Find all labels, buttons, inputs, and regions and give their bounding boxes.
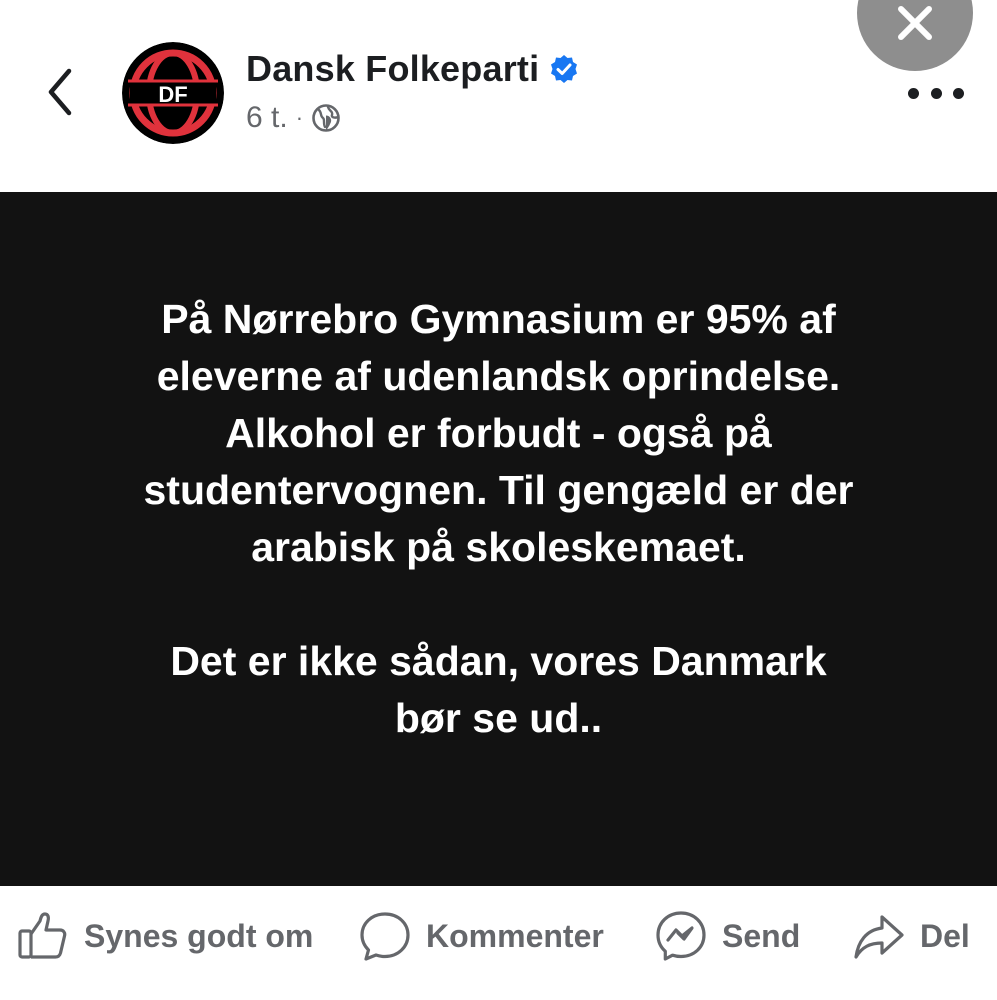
dansk-folkeparti-logo: DF	[122, 42, 224, 144]
more-options-button[interactable]	[908, 78, 964, 108]
share-arrow-icon	[852, 909, 906, 963]
meta-separator: ·	[295, 105, 304, 130]
post-meta: 6 t. ·	[246, 101, 341, 135]
thumbs-up-icon	[16, 909, 70, 963]
like-button[interactable]: Synes godt om	[16, 908, 313, 964]
more-dot	[930, 87, 942, 99]
page-name-row: Dansk Folkeparti	[246, 48, 579, 90]
back-button[interactable]	[38, 62, 82, 122]
share-button[interactable]: Del	[852, 908, 970, 964]
page-avatar[interactable]: DF	[122, 42, 224, 144]
post-timestamp[interactable]: 6 t.	[246, 101, 288, 135]
svg-text:DF: DF	[158, 82, 187, 107]
globe-icon	[311, 103, 341, 133]
post-content-card: På Nørrebro Gymnasium er 95% af eleverne…	[0, 192, 997, 886]
post-line: På Nørrebro Gymnasium er 95% af	[161, 296, 836, 342]
comment-bubble-icon	[358, 909, 412, 963]
more-dot	[953, 87, 964, 99]
post-line: Alkohol er forbudt - også på	[225, 410, 772, 456]
page-name[interactable]: Dansk Folkeparti	[246, 48, 539, 90]
share-label: Del	[920, 917, 970, 954]
post-action-bar: Synes godt om Kommenter Send Del	[0, 886, 997, 1000]
like-label: Synes godt om	[84, 917, 314, 954]
verified-badge-icon	[549, 54, 579, 84]
post-line: bør se ud..	[394, 695, 603, 741]
post-paragraph-1: På Nørrebro Gymnasium er 95% af eleverne…	[143, 291, 853, 576]
chevron-left-icon	[48, 68, 72, 116]
messenger-icon	[654, 909, 708, 963]
close-button[interactable]	[857, 0, 973, 71]
comment-button[interactable]: Kommenter	[358, 908, 604, 964]
post-line: studentervognen. Til gengæld er der	[143, 467, 854, 513]
facebook-post-view: DF Dansk Folkeparti 6 t. · På Nørrebro G…	[0, 0, 997, 1000]
more-dot	[908, 87, 919, 99]
post-line: Det er ikke sådan, vores Danmark	[170, 638, 827, 684]
close-icon	[898, 6, 932, 40]
post-line: eleverne af udenlandsk oprindelse.	[156, 353, 841, 399]
send-label: Send	[722, 917, 801, 954]
send-button[interactable]: Send	[654, 908, 800, 964]
post-paragraph-2: Det er ikke sådan, vores Danmark bør se …	[170, 633, 826, 747]
post-line: arabisk på skoleskemaet.	[251, 524, 746, 570]
comment-label: Kommenter	[426, 917, 604, 954]
